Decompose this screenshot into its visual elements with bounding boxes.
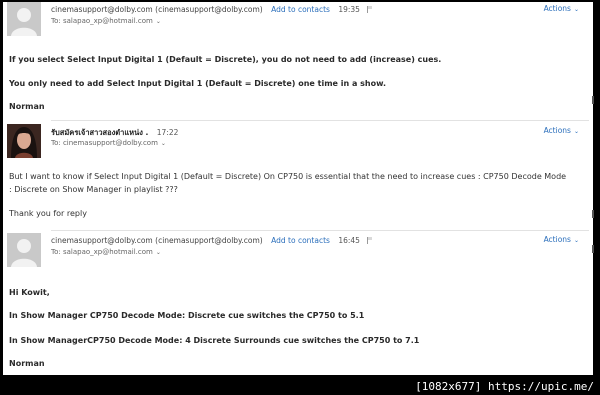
message-signature: Norman <box>9 359 45 368</box>
actions-label: Actions <box>543 126 571 135</box>
sender-address[interactable]: cinemasupport@dolby.com <box>51 5 153 14</box>
sender-address-paren: (cinemasupport@dolby.com) <box>155 5 263 14</box>
scrollbar-tick[interactable] <box>592 96 594 104</box>
chevron-down-icon: ⌄ <box>573 6 579 13</box>
sender-line: cinemasupport@dolby.com (cinemasupport@d… <box>51 5 374 14</box>
add-to-contacts-link[interactable]: Add to contacts <box>271 5 330 14</box>
message-header: รับสมัครเจ้าสาวสองตำแหน่ง . 17:22 To: ci… <box>3 124 589 158</box>
chevron-down-icon[interactable]: ⌄ <box>161 140 166 147</box>
recipient-line: To: salapao_xp@hotmail.com ⌄ <box>51 248 161 256</box>
actions-menu[interactable]: Actions ⌄ <box>544 235 579 244</box>
scrollbar-tick[interactable] <box>592 210 594 218</box>
sender-address[interactable]: cinemasupport@dolby.com <box>51 236 153 245</box>
message-body-line: You only need to add Select Input Digita… <box>9 79 387 88</box>
avatar-photo[interactable] <box>7 124 41 158</box>
message-divider <box>51 120 589 121</box>
chevron-down-icon: ⌄ <box>573 237 579 244</box>
message-body-line: In Show Manager CP750 Decode Mode: Discr… <box>9 311 365 320</box>
actions-menu[interactable]: Actions ⌄ <box>544 126 579 135</box>
email-thread: cinemasupport@dolby.com (cinemasupport@d… <box>3 2 593 375</box>
actions-label: Actions <box>543 4 571 13</box>
add-to-contacts-link[interactable]: Add to contacts <box>271 236 330 245</box>
message-time: 17:22 <box>156 128 179 137</box>
recipient-text: To: cinemasupport@dolby.com <box>51 139 158 147</box>
recipient-text: To: salapao_xp@hotmail.com <box>51 248 153 256</box>
message-time: 19:35 <box>338 5 360 14</box>
chevron-down-icon[interactable]: ⌄ <box>156 249 161 256</box>
message-body-line: But I want to know if Select Input Digit… <box>9 172 567 194</box>
message-body-line: Thank you for reply <box>9 209 87 218</box>
sender-address-paren: (cinemasupport@dolby.com) <box>155 236 263 245</box>
message-divider <box>51 230 589 231</box>
actions-label: Actions <box>543 235 571 244</box>
recipient-line: To: salapao_xp@hotmail.com ⌄ <box>51 17 161 25</box>
message-time: 16:45 <box>338 236 360 245</box>
watermark-text: [1082x677] https://upic.me/ <box>415 380 594 393</box>
avatar-placeholder-icon[interactable] <box>7 2 41 36</box>
chevron-down-icon: ⌄ <box>573 128 579 135</box>
avatar-placeholder-icon[interactable] <box>7 233 41 267</box>
message-body-line: If you select Select Input Digital 1 (De… <box>9 55 442 64</box>
recipient-text: To: salapao_xp@hotmail.com <box>51 17 153 25</box>
message-header: cinemasupport@dolby.com (cinemasupport@d… <box>3 2 589 36</box>
message-body-line: Hi Kowit, <box>9 288 50 297</box>
recipient-line: To: cinemasupport@dolby.com ⌄ <box>51 139 166 147</box>
sender-name[interactable]: รับสมัครเจ้าสาวสองตำแหน่ง . <box>51 128 148 137</box>
flag-icon[interactable] <box>367 6 374 13</box>
message-header: cinemasupport@dolby.com (cinemasupport@d… <box>3 233 589 267</box>
message-signature: Norman <box>9 102 45 111</box>
scrollbar-tick[interactable] <box>592 245 594 253</box>
actions-menu[interactable]: Actions ⌄ <box>544 4 579 13</box>
flag-icon[interactable] <box>367 237 374 244</box>
chevron-down-icon[interactable]: ⌄ <box>156 18 161 25</box>
message-body-line: In Show ManagerCP750 Decode Mode: 4 Disc… <box>9 336 420 345</box>
sender-line: cinemasupport@dolby.com (cinemasupport@d… <box>51 236 374 245</box>
sender-line: รับสมัครเจ้าสาวสองตำแหน่ง . 17:22 <box>51 127 178 139</box>
